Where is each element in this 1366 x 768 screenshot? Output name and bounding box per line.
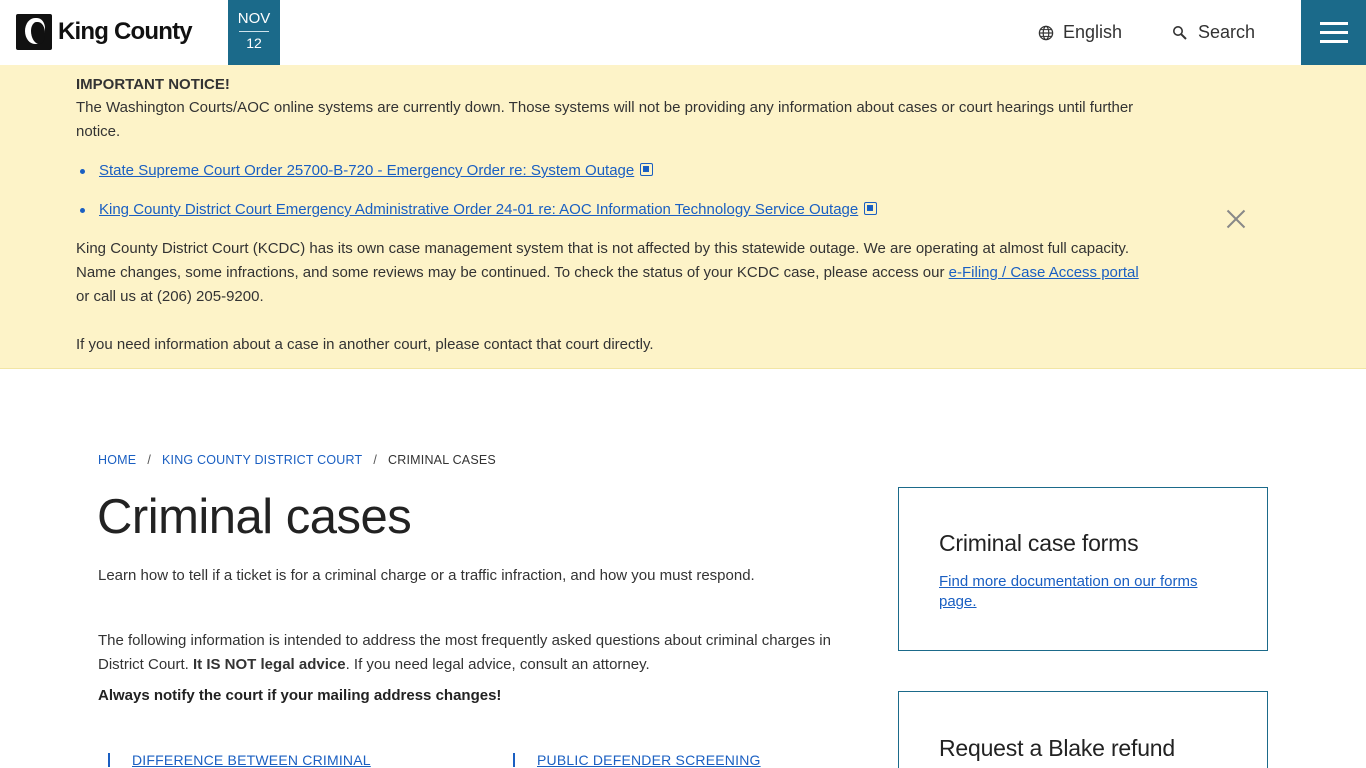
jump-link-label: DIFFERENCE BETWEEN CRIMINAL — [132, 752, 371, 768]
date-divider — [239, 31, 269, 32]
breadcrumb-separator: / — [147, 453, 151, 467]
notice-kcdc-text-end: or call us at (206) 205-9200. — [76, 288, 264, 305]
site-header: King County NOV 12 English Search — [0, 0, 1366, 76]
address-change-notice: Always notify the court if your mailing … — [98, 687, 502, 704]
breadcrumb-district-court[interactable]: KING COUNTY DISTRICT COURT — [162, 453, 362, 467]
hamburger-menu-button[interactable] — [1301, 0, 1366, 65]
blake-refund-card[interactable]: Request a Blake refund — [898, 691, 1268, 768]
list-item: State Supreme Court Order 25700-B-720 - … — [76, 159, 1151, 183]
language-selector[interactable]: English — [1038, 22, 1122, 43]
district-court-order-link[interactable]: King County District Court Emergency Adm… — [99, 201, 858, 218]
hamburger-menu-icon-bar — [1319, 31, 1348, 34]
king-county-logo[interactable]: King County — [16, 13, 193, 51]
hamburger-menu-icon — [1319, 22, 1348, 25]
arrow-down-icon — [513, 753, 525, 767]
logo-text: King County — [58, 18, 193, 45]
page-title: Criminal cases — [97, 490, 412, 544]
jump-link-public-defender[interactable]: PUBLIC DEFENDER SCREENING — [503, 752, 761, 768]
jump-link-label: PUBLIC DEFENDER SCREENING — [537, 752, 761, 768]
criminal-case-forms-card: Criminal case forms Find more documentat… — [898, 487, 1268, 651]
notice-content: IMPORTANT NOTICE! The Washington Courts/… — [76, 76, 1151, 357]
arrow-down-icon — [108, 753, 120, 767]
card-title: Criminal case forms — [939, 530, 1139, 556]
jump-link-difference-criminal[interactable]: DIFFERENCE BETWEEN CRIMINAL — [98, 752, 503, 768]
breadcrumb-separator: / — [373, 453, 378, 467]
breadcrumb-current: CRIMINAL CASES — [388, 453, 496, 467]
legal-info-text-end: . If you need legal advice, consult an a… — [345, 656, 650, 673]
legal-info-paragraph: The following information is intended to… — [98, 629, 858, 677]
king-county-logo-icon — [16, 14, 52, 50]
notice-other-court-paragraph: If you need information about a case in … — [76, 336, 654, 353]
date-month: NOV — [237, 10, 271, 27]
date-day: 12 — [246, 35, 262, 51]
hamburger-menu-icon-bar — [1319, 40, 1348, 43]
section-jump-links: DIFFERENCE BETWEEN CRIMINAL PUBLIC DEFEN… — [98, 752, 858, 768]
notice-body: The Washington Courts/AOC online systems… — [76, 99, 1134, 140]
legal-advice-disclaimer: It IS NOT legal advice — [193, 656, 346, 673]
notice-kcdc-paragraph: King County District Court (KCDC) has it… — [76, 237, 1151, 309]
card-title: Request a Blake refund — [939, 735, 1175, 761]
close-notice-button[interactable] — [1224, 207, 1248, 231]
list-item: King County District Court Emergency Adm… — [76, 198, 1151, 222]
globe-icon — [1038, 25, 1054, 40]
notice-title: IMPORTANT NOTICE! — [76, 76, 230, 93]
pdf-file-icon — [864, 202, 878, 215]
supreme-court-order-link[interactable]: State Supreme Court Order 25700-B-720 - … — [99, 162, 634, 179]
efiling-portal-link[interactable]: e-Filing / Case Access portal — [949, 264, 1139, 281]
search-label: Search — [1198, 22, 1256, 42]
language-label: English — [1063, 22, 1123, 42]
search-icon — [1173, 25, 1187, 40]
pdf-file-icon — [640, 163, 654, 176]
breadcrumb: HOME / KING COUNTY DISTRICT COURT / CRIM… — [98, 453, 496, 467]
page-lead: Learn how to tell if a ticket is for a c… — [98, 567, 755, 584]
notice-links-list: State Supreme Court Order 25700-B-720 - … — [76, 159, 1151, 222]
breadcrumb-home[interactable]: HOME — [98, 453, 136, 467]
important-notice-banner: IMPORTANT NOTICE! The Washington Courts/… — [0, 65, 1366, 369]
search-button[interactable]: Search — [1172, 22, 1255, 43]
forms-page-link[interactable]: Find more documentation on our forms pag… — [939, 572, 1229, 612]
